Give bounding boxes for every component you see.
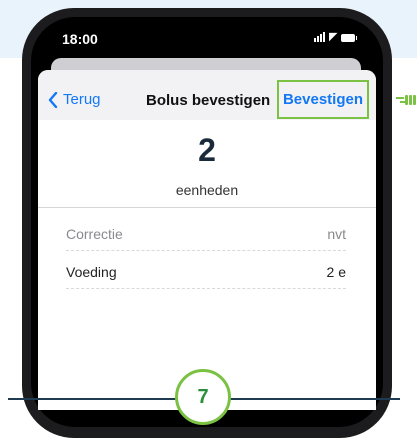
back-button[interactable]: Terug <box>48 91 101 108</box>
page-title: Bolus bevestigen <box>146 92 271 109</box>
detail-row-food: Voeding 2 e <box>66 252 346 289</box>
phone-notch <box>120 17 295 47</box>
bolus-amount: 2 <box>198 132 216 168</box>
step-number: 7 <box>197 385 209 408</box>
detail-value: 2 e <box>326 264 346 280</box>
chevron-left-icon <box>48 91 58 108</box>
cellular-signal-icon <box>314 32 325 42</box>
step-number-badge: 7 <box>175 369 231 425</box>
detail-label: Voeding <box>66 264 117 280</box>
detail-label: Correctie <box>66 226 123 242</box>
detail-row-correction: Correctie nvt <box>66 214 346 251</box>
battery-icon <box>341 34 358 42</box>
wifi-icon: ◤ <box>329 31 338 43</box>
confirm-button-label: Bevestigen <box>282 91 364 108</box>
status-icons: ◤ <box>314 31 358 43</box>
divider <box>38 207 376 208</box>
pointing-hand-icon <box>396 95 416 105</box>
back-button-label: Terug <box>63 91 101 108</box>
status-time: 18:00 <box>62 31 98 47</box>
detail-value: nvt <box>327 226 346 242</box>
navigation-bar: Terug Bolus bevestigen Bevestigen <box>38 70 376 120</box>
bolus-unit: eenheden <box>175 182 239 198</box>
bolus-confirm-screen: Terug Bolus bevestigen Bevestigen 2 eenh… <box>38 70 376 410</box>
confirm-button[interactable]: Bevestigen <box>277 80 369 119</box>
